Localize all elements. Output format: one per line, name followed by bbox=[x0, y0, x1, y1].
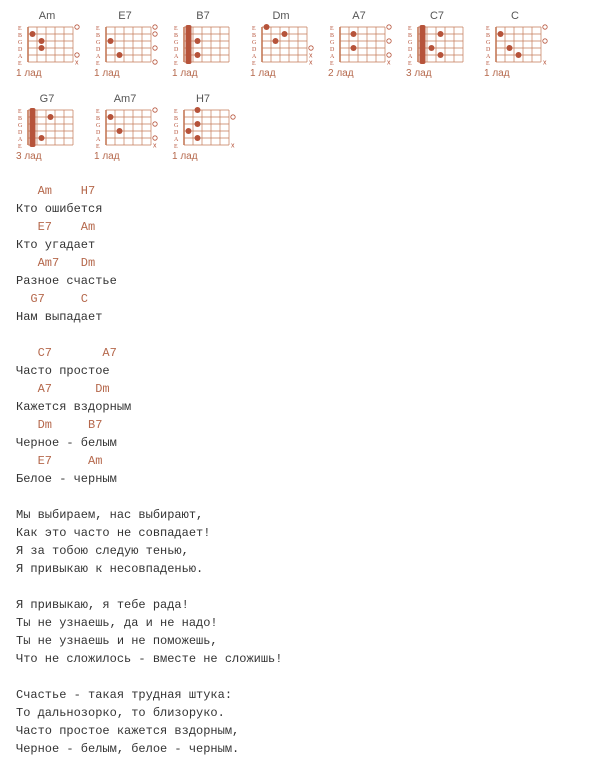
svg-text:A: A bbox=[96, 137, 101, 143]
svg-text:A: A bbox=[330, 54, 335, 60]
svg-text:E: E bbox=[18, 26, 22, 32]
chord-name: E7 bbox=[94, 10, 156, 22]
svg-text:E: E bbox=[174, 61, 178, 66]
fret-label: 3 лад bbox=[16, 151, 78, 162]
svg-text:D: D bbox=[252, 47, 257, 53]
svg-text:x: x bbox=[387, 60, 391, 67]
svg-text:G: G bbox=[408, 40, 413, 46]
svg-text:E: E bbox=[96, 144, 100, 149]
svg-text:A: A bbox=[18, 54, 23, 60]
svg-text:A: A bbox=[96, 54, 101, 60]
svg-text:D: D bbox=[96, 130, 101, 136]
chord-name: H7 bbox=[172, 93, 234, 105]
chord-diagram-Dm: DmEBGDAExx1 лад bbox=[250, 10, 312, 79]
fret-label: 3 лад bbox=[406, 68, 468, 79]
svg-text:A: A bbox=[408, 54, 413, 60]
chord-diagram-E7: E7EBGDAE1 лад bbox=[94, 10, 156, 79]
svg-text:G: G bbox=[18, 123, 23, 129]
svg-text:B: B bbox=[18, 116, 22, 122]
svg-text:x: x bbox=[309, 60, 313, 67]
svg-text:G: G bbox=[96, 40, 101, 46]
svg-text:x: x bbox=[153, 143, 157, 150]
svg-text:E: E bbox=[174, 109, 178, 115]
svg-text:D: D bbox=[174, 130, 179, 136]
svg-text:E: E bbox=[486, 26, 490, 32]
svg-text:x: x bbox=[543, 60, 547, 67]
lyrics-block: Am H7 Кто ошибется E7 Am Кто угадает Am7… bbox=[16, 182, 590, 758]
svg-text:B: B bbox=[18, 33, 22, 39]
chord-diagram-C: CEBGDAEx1 лад bbox=[484, 10, 546, 79]
fret-label: 1 лад bbox=[94, 151, 156, 162]
chord-diagram-grid: AmEBGDAEx1 ладE7EBGDAE1 ладB7EBGDAE1 лад… bbox=[16, 10, 590, 162]
svg-text:A: A bbox=[486, 54, 491, 60]
chord-diagram-B7: B7EBGDAE1 лад bbox=[172, 10, 234, 79]
fret-label: 1 лад bbox=[94, 68, 156, 79]
svg-text:E: E bbox=[18, 109, 22, 115]
svg-text:E: E bbox=[408, 61, 412, 66]
svg-text:A: A bbox=[252, 54, 257, 60]
svg-text:x: x bbox=[231, 143, 235, 150]
svg-text:B: B bbox=[486, 33, 490, 39]
svg-text:E: E bbox=[486, 61, 490, 66]
chord-name: C7 bbox=[406, 10, 468, 22]
svg-text:D: D bbox=[18, 130, 23, 136]
svg-text:B: B bbox=[174, 116, 178, 122]
chord-diagram-G7: G7EBGDAE3 лад bbox=[16, 93, 78, 162]
fret-label: 1 лад bbox=[250, 68, 312, 79]
svg-text:B: B bbox=[174, 33, 178, 39]
svg-text:E: E bbox=[18, 61, 22, 66]
svg-text:G: G bbox=[330, 40, 335, 46]
svg-text:B: B bbox=[408, 33, 412, 39]
svg-text:E: E bbox=[252, 26, 256, 32]
svg-text:A: A bbox=[18, 137, 23, 143]
chord-name: Am bbox=[16, 10, 78, 22]
svg-text:G: G bbox=[252, 40, 257, 46]
svg-text:E: E bbox=[330, 26, 334, 32]
svg-text:D: D bbox=[486, 47, 491, 53]
chord-name: Am7 bbox=[94, 93, 156, 105]
svg-text:E: E bbox=[96, 26, 100, 32]
svg-text:G: G bbox=[18, 40, 23, 46]
svg-text:G: G bbox=[174, 123, 179, 129]
svg-text:B: B bbox=[330, 33, 334, 39]
svg-text:D: D bbox=[96, 47, 101, 53]
svg-text:E: E bbox=[174, 26, 178, 32]
svg-text:B: B bbox=[96, 33, 100, 39]
fret-label: 1 лад bbox=[172, 151, 234, 162]
chord-diagram-Am: AmEBGDAEx1 лад bbox=[16, 10, 78, 79]
chord-diagram-H7: H7EBGDAEx1 лад bbox=[172, 93, 234, 162]
fret-label: 1 лад bbox=[16, 68, 78, 79]
chord-diagram-Am7: Am7EBGDAEx1 лад bbox=[94, 93, 156, 162]
svg-text:E: E bbox=[252, 61, 256, 66]
chord-name: A7 bbox=[328, 10, 390, 22]
svg-text:E: E bbox=[408, 26, 412, 32]
svg-text:x: x bbox=[75, 60, 79, 67]
svg-text:D: D bbox=[174, 47, 179, 53]
fret-label: 1 лад bbox=[172, 68, 234, 79]
svg-text:E: E bbox=[174, 144, 178, 149]
svg-text:A: A bbox=[174, 137, 179, 143]
svg-text:G: G bbox=[96, 123, 101, 129]
fret-label: 1 лад bbox=[484, 68, 546, 79]
chord-diagram-C7: C7EBGDAE3 лад bbox=[406, 10, 468, 79]
chord-name: C bbox=[484, 10, 546, 22]
svg-text:D: D bbox=[408, 47, 413, 53]
svg-text:G: G bbox=[486, 40, 491, 46]
chord-name: G7 bbox=[16, 93, 78, 105]
fret-label: 2 лад bbox=[328, 68, 390, 79]
svg-text:B: B bbox=[252, 33, 256, 39]
chord-name: B7 bbox=[172, 10, 234, 22]
svg-text:E: E bbox=[96, 109, 100, 115]
svg-text:E: E bbox=[330, 61, 334, 66]
svg-text:D: D bbox=[330, 47, 335, 53]
svg-text:G: G bbox=[174, 40, 179, 46]
svg-text:x: x bbox=[309, 53, 313, 60]
chord-name: Dm bbox=[250, 10, 312, 22]
chord-diagram-A7: A7EBGDAEx2 лад bbox=[328, 10, 390, 79]
svg-text:B: B bbox=[96, 116, 100, 122]
svg-text:E: E bbox=[96, 61, 100, 66]
svg-text:D: D bbox=[18, 47, 23, 53]
svg-text:A: A bbox=[174, 54, 179, 60]
svg-text:E: E bbox=[18, 144, 22, 149]
